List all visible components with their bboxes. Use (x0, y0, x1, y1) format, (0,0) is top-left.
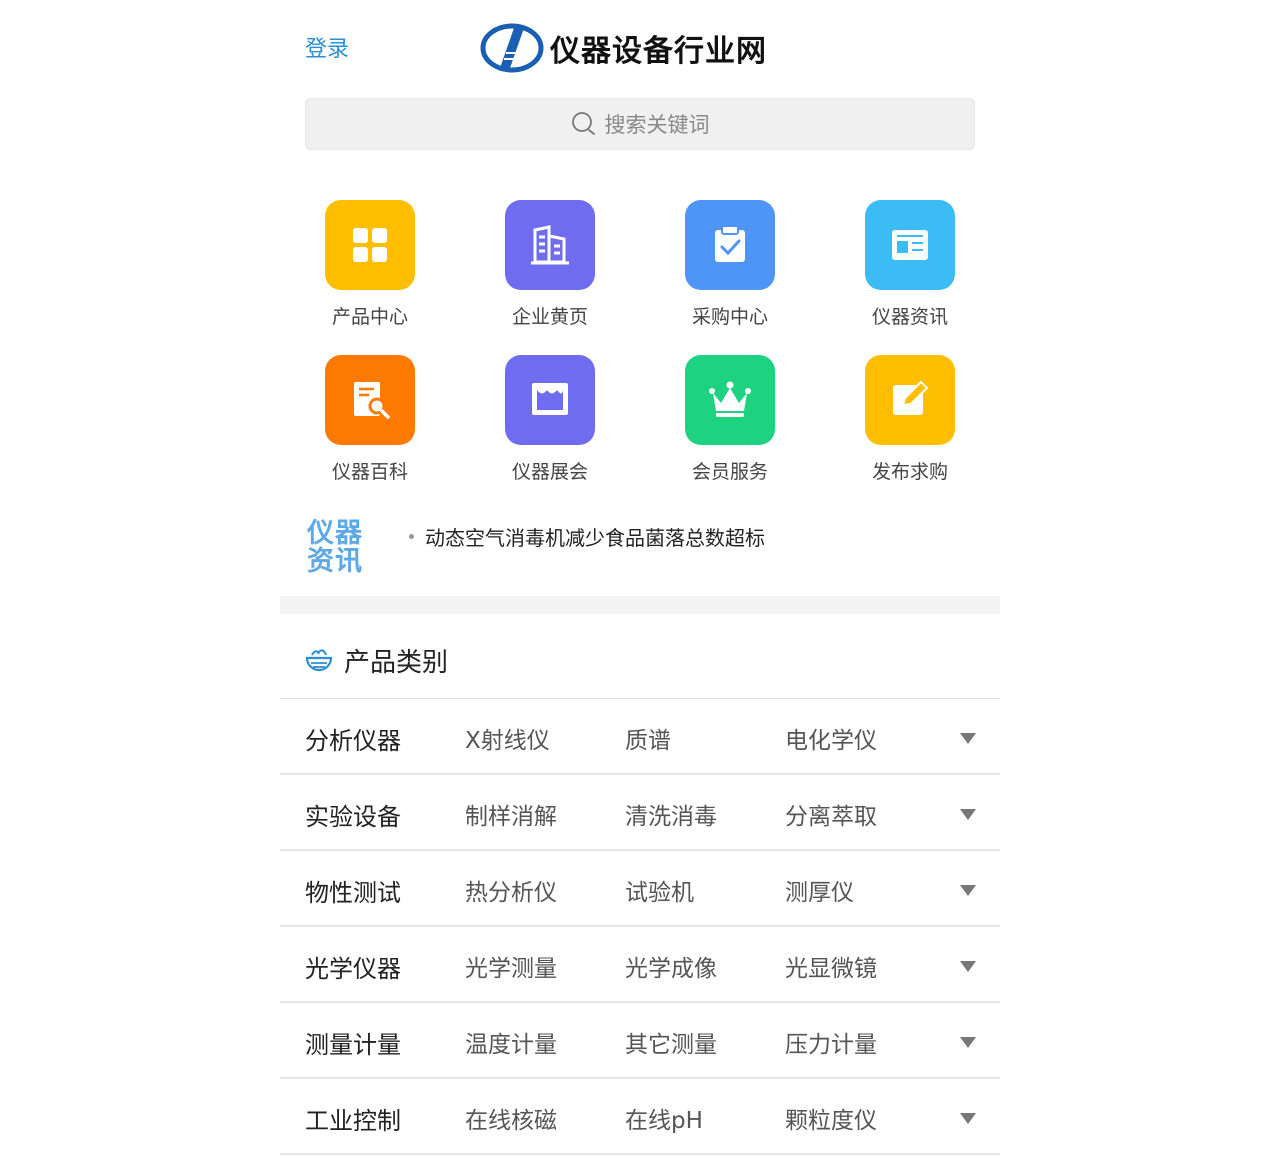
nav-tile (865, 200, 955, 290)
category-sub[interactable]: 光显微镜 (785, 949, 877, 983)
book-search-icon (354, 382, 390, 419)
category-main[interactable]: 实验设备 (305, 797, 401, 832)
nav-tile (865, 355, 955, 445)
category-sub[interactable]: 试验机 (625, 873, 694, 907)
category-row: 实验设备 制样消解 清洗消毒 分离萃取 (280, 775, 1000, 851)
nav-tile (685, 355, 775, 445)
expand-arrow-icon[interactable] (960, 809, 976, 820)
nav-item-label: 会员服务 (691, 461, 768, 483)
category-sub[interactable]: 热分析仪 (465, 873, 557, 907)
login-link[interactable]: 登录 (305, 31, 349, 63)
grid-icon (353, 228, 387, 262)
search-bar[interactable]: 搜索关键词 (305, 98, 975, 150)
nav-item-label: 发布求购 (871, 461, 948, 483)
category-sub[interactable]: 电化学仪 (785, 721, 877, 755)
nav-item-purchase-center[interactable]: 采购中心 (640, 200, 820, 340)
category-row: 测量计量 温度计量 其它测量 压力计量 (280, 1003, 1000, 1079)
category-row: 光学仪器 光学测量 光学成像 光显微镜 (280, 927, 1000, 1003)
logo-mark-icon (480, 23, 544, 73)
nav-item-encyclopedia[interactable]: 仪器百科 (280, 355, 460, 495)
nav-item-exhibition[interactable]: 仪器展会 (460, 355, 640, 495)
header: 登录 仪器设备行业网 (280, 0, 1000, 90)
nav-item-post-request[interactable]: 发布求购 (820, 355, 1000, 495)
nav-item-label: 产品中心 (331, 306, 408, 328)
section-divider (280, 596, 1000, 614)
category-main[interactable]: 分析仪器 (305, 721, 401, 756)
nav-tile (685, 200, 775, 290)
category-row: 分析仪器 X射线仪 质谱 电化学仪 (280, 699, 1000, 775)
nav-item-label: 采购中心 (691, 306, 768, 328)
category-sub[interactable]: 质谱 (625, 721, 671, 755)
logo-text: 仪器设备行业网 (550, 34, 767, 69)
nav-tile (505, 355, 595, 445)
building-icon (531, 225, 569, 265)
category-row: 物性测试 热分析仪 试验机 测厚仪 (280, 851, 1000, 927)
category-sub[interactable]: 压力计量 (785, 1025, 877, 1059)
bullet-dot-icon (409, 534, 414, 539)
expand-arrow-icon[interactable] (960, 733, 976, 744)
news-badge: 仪器资讯 (307, 518, 363, 577)
clipboard-check-icon (715, 225, 745, 262)
nav-item-label: 仪器资讯 (871, 306, 948, 328)
expand-arrow-icon[interactable] (960, 961, 976, 972)
category-sub[interactable]: 分离萃取 (785, 797, 877, 831)
nav-item-label: 仪器展会 (511, 461, 588, 483)
category-sub[interactable]: 颗粒度仪 (785, 1101, 877, 1135)
category-list: 分析仪器 X射线仪 质谱 电化学仪 实验设备 制样消解 清洗消毒 分离萃取 物性… (280, 699, 1000, 1155)
category-main[interactable]: 工业控制 (305, 1101, 401, 1136)
category-title: 产品类别 (344, 648, 449, 678)
category-main[interactable]: 光学仪器 (305, 949, 401, 984)
category-header: 产品类别 (280, 614, 1000, 699)
category-sub[interactable]: X射线仪 (465, 721, 550, 755)
category-sub[interactable]: 温度计量 (465, 1025, 557, 1059)
category-main[interactable]: 物性测试 (305, 873, 401, 908)
nav-item-yellow-pages[interactable]: 企业黄页 (460, 200, 640, 340)
category-sub[interactable]: 在线核磁 (465, 1101, 557, 1135)
bowl-icon (305, 649, 333, 672)
expand-arrow-icon[interactable] (960, 885, 976, 896)
nav-item-member-service[interactable]: 会员服务 (640, 355, 820, 495)
news-icon (892, 230, 928, 260)
category-sub[interactable]: 测厚仪 (785, 873, 854, 907)
nav-tile (325, 355, 415, 445)
category-sub[interactable]: 清洗消毒 (625, 797, 717, 831)
news-ticker: 仪器资讯 动态空气消毒机减少食品菌落总数超标 (280, 510, 1000, 596)
mobile-home-page: 登录 仪器设备行业网 搜索关键词 产品中心 企业黄页 采购中心 仪器资讯 仪器百… (280, 0, 1000, 1167)
site-logo[interactable]: 仪器设备行业网 (480, 22, 767, 74)
nav-item-label: 企业黄页 (511, 306, 588, 328)
category-sub[interactable]: 光学测量 (465, 949, 557, 983)
category-sub[interactable]: 光学成像 (625, 949, 717, 983)
expand-arrow-icon[interactable] (960, 1037, 976, 1048)
category-main[interactable]: 测量计量 (305, 1025, 401, 1060)
nav-item-product-center[interactable]: 产品中心 (280, 200, 460, 340)
exhibition-icon (532, 383, 568, 415)
edit-icon (893, 380, 929, 415)
nav-tile (325, 200, 415, 290)
nav-item-instrument-news[interactable]: 仪器资讯 (820, 200, 1000, 340)
nav-tile (505, 200, 595, 290)
category-sub[interactable]: 其它测量 (625, 1025, 717, 1059)
nav-item-label: 仪器百科 (331, 461, 408, 483)
category-sub[interactable]: 制样消解 (465, 797, 557, 831)
news-headline[interactable]: 动态空气消毒机减少食品菌落总数超标 (425, 522, 765, 551)
expand-arrow-icon[interactable] (960, 1113, 976, 1124)
crown-icon (709, 381, 751, 417)
category-row: 工业控制 在线核磁 在线pH 颗粒度仪 (280, 1079, 1000, 1155)
search-placeholder: 搜索关键词 (604, 113, 710, 137)
category-sub[interactable]: 在线pH (625, 1101, 703, 1135)
search-icon (571, 112, 595, 135)
